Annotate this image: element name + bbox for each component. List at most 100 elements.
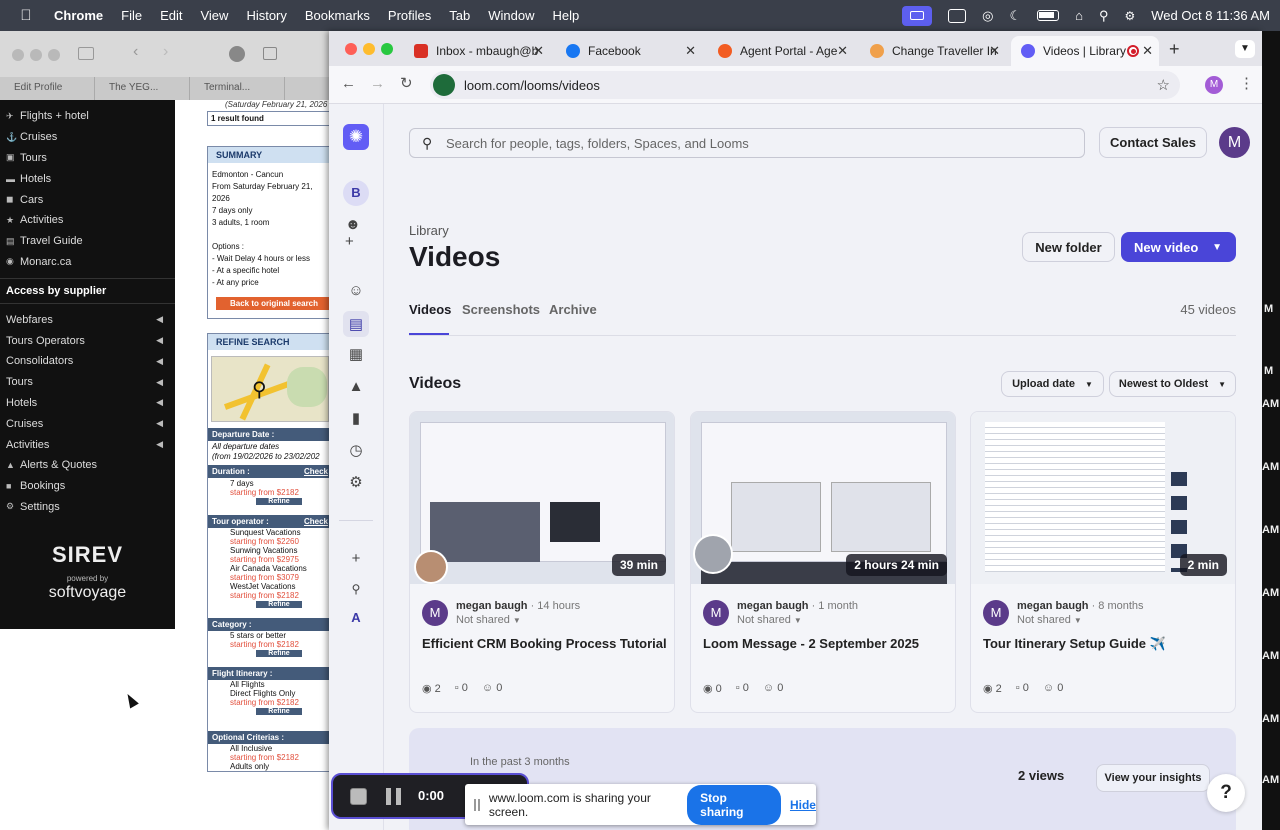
clock[interactable]: Wed Oct 8 11:36 AM bbox=[1151, 8, 1270, 23]
bg-tab-terminal[interactable]: Terminal... bbox=[190, 77, 285, 100]
window-close-button[interactable] bbox=[345, 43, 357, 55]
browser-menu-icon[interactable]: ⋮ bbox=[1239, 74, 1254, 92]
new-video-button[interactable]: New video ▼ bbox=[1121, 232, 1236, 262]
bg-tab-edit-profile[interactable]: Edit Profile bbox=[0, 77, 95, 100]
bg-forward-icon[interactable]: › bbox=[163, 43, 168, 61]
zoom-in-icon[interactable]: ⚲ bbox=[252, 377, 267, 402]
duration-option[interactable]: 7 days bbox=[208, 478, 332, 488]
menu-history[interactable]: History bbox=[246, 8, 286, 23]
sidebar-item-alerts[interactable]: ▲ Alerts & Quotes bbox=[0, 455, 175, 476]
video-thumbnail[interactable]: 39 min bbox=[410, 412, 674, 584]
category-option[interactable]: 5 stars or better bbox=[208, 631, 332, 640]
breadcrumb-library[interactable]: Library bbox=[409, 223, 449, 238]
bookmark-star-icon[interactable]: ☆ bbox=[1157, 76, 1170, 94]
video-thumbnail[interactable]: 2 hours 24 min bbox=[691, 412, 955, 584]
refine-button[interactable]: Refine bbox=[256, 650, 302, 657]
bg-close-button[interactable] bbox=[12, 49, 24, 61]
new-tab-icon[interactable]: + bbox=[1169, 39, 1180, 60]
sidebar-item-settings[interactable]: ⚙ Settings bbox=[0, 497, 175, 518]
bg-tab-yeg[interactable]: The YEG... bbox=[95, 77, 190, 100]
author-name[interactable]: megan baugh bbox=[737, 600, 809, 612]
tab-videos[interactable]: Videos bbox=[409, 302, 451, 317]
close-icon[interactable]: ✕ bbox=[533, 43, 544, 59]
hide-share-bar-link[interactable]: Hide bbox=[790, 798, 816, 812]
url-text[interactable]: loom.com/looms/videos bbox=[464, 78, 600, 93]
sort-order-dropdown[interactable]: Newest to Oldest ▼ bbox=[1109, 371, 1236, 397]
help-button[interactable]: ? bbox=[1207, 774, 1245, 812]
focus-moon-icon[interactable]: ☾ bbox=[1009, 8, 1021, 24]
flight-option[interactable]: All Flights bbox=[208, 680, 332, 689]
close-icon[interactable]: ✕ bbox=[685, 43, 696, 59]
sidebar-item-hotels[interactable]: ▬ Hotels bbox=[0, 168, 175, 189]
menu-tab[interactable]: Tab bbox=[449, 8, 470, 23]
sidebar-item-tours[interactable]: ▣ Tours bbox=[0, 148, 175, 169]
profile-avatar[interactable]: M bbox=[1205, 76, 1223, 94]
site-info-icon[interactable] bbox=[433, 74, 455, 96]
refine-button[interactable]: Refine bbox=[256, 601, 302, 608]
flight-option[interactable]: Direct Flights Only bbox=[208, 689, 332, 698]
close-icon[interactable]: ✕ bbox=[837, 43, 848, 59]
spotlight-search-icon[interactable]: ⚲ bbox=[1099, 8, 1109, 24]
control-center-icon[interactable]: ⚙ bbox=[1124, 9, 1135, 23]
tab-facebook[interactable]: Facebook ✕ bbox=[566, 36, 696, 66]
video-thumbnail[interactable]: 2 min bbox=[971, 412, 1235, 584]
sidebar-item-travel-guide[interactable]: ▤ Travel Guide bbox=[0, 231, 175, 252]
supplier-item-consolidators[interactable]: Consolidators ◀ bbox=[0, 351, 175, 372]
window-zoom-button[interactable] bbox=[381, 43, 393, 55]
new-folder-button[interactable]: New folder bbox=[1022, 232, 1115, 262]
view-insights-button[interactable]: View your insights bbox=[1096, 764, 1210, 792]
window-minimize-button[interactable] bbox=[363, 43, 375, 55]
map-thumbnail[interactable]: ⚲ bbox=[211, 356, 329, 422]
optional-option[interactable]: All Inclusive bbox=[208, 744, 332, 753]
stop-recording-icon[interactable] bbox=[350, 788, 367, 805]
sidebar-item-activities[interactable]: ★ Activities bbox=[0, 210, 175, 231]
user-avatar[interactable]: M bbox=[1219, 127, 1250, 158]
reload-icon[interactable]: ↻ bbox=[400, 74, 413, 92]
menu-help[interactable]: Help bbox=[553, 8, 580, 23]
author-name[interactable]: megan baugh bbox=[456, 600, 528, 612]
calendar-icon[interactable]: ▦ bbox=[345, 343, 367, 365]
tab-agent-portal[interactable]: Agent Portal - Age ✕ bbox=[718, 36, 848, 66]
sharing-status[interactable]: Not shared bbox=[1017, 614, 1071, 626]
bg-back-icon[interactable]: ‹ bbox=[133, 43, 138, 61]
operator-option[interactable]: Sunwing Vacations bbox=[230, 546, 332, 555]
history-clock-icon[interactable]: ◷ bbox=[345, 439, 367, 461]
close-icon[interactable]: ✕ bbox=[989, 43, 1000, 59]
canva-icon[interactable] bbox=[948, 8, 967, 23]
wifi-icon[interactable]: ⌂ bbox=[1075, 8, 1083, 23]
space-avatar[interactable]: A bbox=[347, 609, 365, 627]
stop-sharing-button[interactable]: Stop sharing bbox=[687, 784, 781, 825]
supplier-item-hotels[interactable]: Hotels ◀ bbox=[0, 393, 175, 414]
tab-gmail[interactable]: Inbox - mbaugh@b ✕ bbox=[414, 36, 544, 66]
battery-icon[interactable] bbox=[1037, 10, 1060, 21]
video-card[interactable]: 2 min M megan baugh · 8 months Not share… bbox=[970, 411, 1236, 713]
loom-logo-icon[interactable]: ✺ bbox=[343, 124, 369, 150]
apple-icon[interactable]:  bbox=[16, 7, 36, 24]
tab-archive[interactable]: Archive bbox=[549, 302, 597, 317]
tab-change-traveller[interactable]: Change Traveller In ✕ bbox=[870, 36, 1000, 66]
sharing-status[interactable]: Not shared bbox=[456, 614, 510, 626]
sidebar-item-monarc[interactable]: ◉ Monarc.ca bbox=[0, 252, 175, 273]
menu-profiles[interactable]: Profiles bbox=[388, 8, 431, 23]
tab-search-icon[interactable]: ▼ bbox=[1235, 40, 1255, 58]
vpn-icon[interactable]: ◎ bbox=[982, 8, 993, 24]
menu-file[interactable]: File bbox=[121, 8, 142, 23]
settings-gear-icon[interactable]: ⚙ bbox=[345, 471, 367, 493]
tab-loom-videos[interactable]: Videos | Library ✕ bbox=[1011, 36, 1159, 66]
sidebar-item-bookings[interactable]: ■ Bookings bbox=[0, 476, 175, 497]
bookmark-icon[interactable]: ▮ bbox=[345, 407, 367, 429]
supplier-item-tours[interactable]: Tours ◀ bbox=[0, 372, 175, 393]
supplier-item-cruises[interactable]: Cruises ◀ bbox=[0, 413, 175, 434]
video-title[interactable]: Tour Itinerary Setup Guide ✈️ bbox=[983, 636, 1166, 652]
search-input[interactable]: ⚲ Search for people, tags, folders, Spac… bbox=[409, 128, 1085, 158]
bg-minimize-button[interactable] bbox=[30, 49, 42, 61]
workspace-avatar[interactable]: B bbox=[343, 180, 369, 206]
library-icon[interactable]: ▤ bbox=[343, 311, 369, 337]
supplier-item-activities[interactable]: Activities ◀ bbox=[0, 434, 175, 455]
operator-option[interactable]: WestJet Vacations bbox=[230, 582, 332, 591]
video-title[interactable]: Loom Message - 2 September 2025 bbox=[703, 636, 919, 651]
bell-icon[interactable]: ▲ bbox=[345, 375, 367, 397]
add-space-icon[interactable]: + bbox=[345, 547, 367, 569]
back-to-search-button[interactable]: Back to original search bbox=[216, 297, 332, 310]
bg-zoom-button[interactable] bbox=[48, 49, 60, 61]
